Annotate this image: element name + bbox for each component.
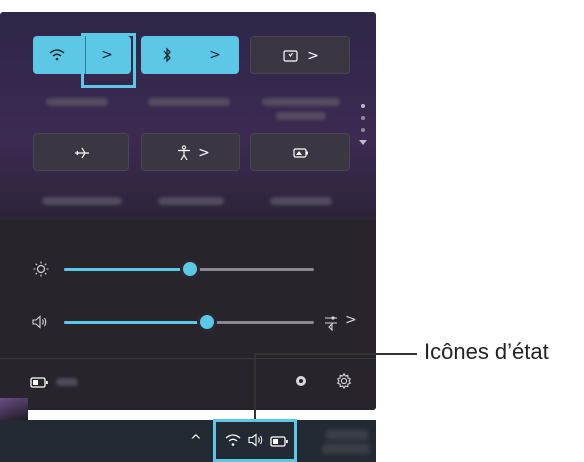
airplane-label [42, 197, 122, 205]
bluetooth-icon [157, 45, 177, 65]
gear-icon[interactable] [335, 372, 353, 390]
sun-icon [32, 260, 50, 278]
wallpaper-edge [0, 398, 28, 420]
taskbar [0, 420, 376, 462]
callout-label: Icônes d’état [424, 339, 549, 364]
accessibility-tile[interactable]: > [141, 133, 240, 171]
volume-thumb[interactable] [197, 312, 217, 332]
callout-line-vertical [254, 353, 256, 419]
battery-saver-tile[interactable] [250, 133, 350, 171]
brightness-fill [64, 268, 190, 271]
brightness-thumb[interactable] [180, 259, 200, 279]
wifi-label [46, 98, 108, 106]
battery-saver-icon [291, 143, 311, 163]
callout-line-horizontal [254, 353, 417, 355]
accessibility-chevron-icon[interactable]: > [194, 143, 214, 163]
bluetooth-chevron-icon[interactable]: > [205, 45, 225, 65]
wifi-icon [47, 45, 67, 65]
tray-overflow-chevron-icon[interactable]: ^ [190, 433, 202, 449]
battery-percentage [56, 378, 78, 386]
speaker-icon[interactable] [31, 313, 49, 331]
bluetooth-tile[interactable]: > [141, 36, 239, 74]
panel-divider [0, 358, 376, 359]
accessibility-icon [174, 143, 194, 163]
wifi-chevron-highlight [81, 33, 136, 88]
battery-icon[interactable] [30, 375, 50, 389]
volume-fill [64, 321, 207, 324]
bluetooth-label [148, 98, 230, 106]
audio-output-icon[interactable] [324, 313, 344, 332]
airplane-icon [72, 143, 92, 163]
page-indicator[interactable] [359, 104, 367, 154]
cast-label [262, 98, 340, 106]
accessibility-label [158, 197, 224, 205]
status-icons-highlight [213, 419, 297, 462]
airplane-tile[interactable] [33, 133, 129, 171]
cast-icon [281, 46, 301, 66]
battery-saver-label [270, 197, 332, 205]
clock-time[interactable] [326, 430, 368, 440]
audio-output-chevron-icon[interactable]: > [345, 312, 357, 328]
clock-date[interactable] [322, 444, 370, 454]
edit-icon[interactable] [293, 373, 309, 389]
cast-chevron-icon[interactable]: > [303, 46, 323, 66]
cast-tile[interactable]: > [250, 36, 350, 74]
cast-label-line2 [276, 112, 326, 120]
